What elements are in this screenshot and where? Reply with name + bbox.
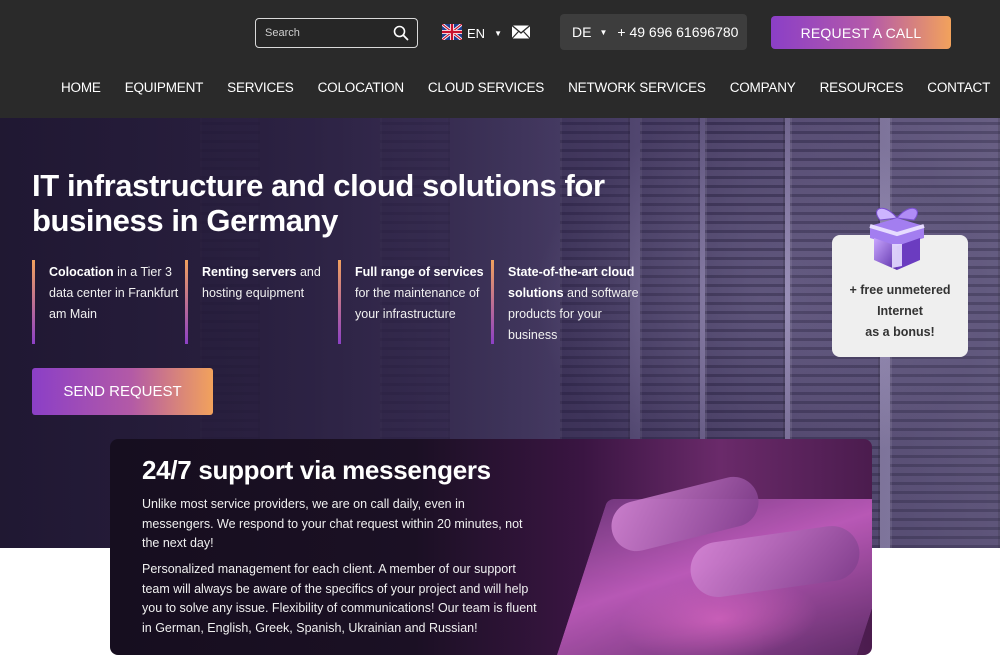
feature-item-full-range: Full range of services for the maintenan… xyxy=(338,260,491,344)
feature-item-colocation: Colocation in a Tier 3 data center in Fr… xyxy=(32,260,185,344)
support-card: 24/7 support via messengers Unlike most … xyxy=(110,439,872,655)
language-selector[interactable]: EN ▼ xyxy=(441,22,502,44)
phone-box: DE ▼ + 49 696 61696780 xyxy=(560,14,747,50)
search-input[interactable] xyxy=(256,19,385,47)
gift-box-icon xyxy=(864,200,930,272)
nav-item-contact[interactable]: CONTACT xyxy=(927,80,990,98)
hero-title-line-1: IT infrastructure and cloud solutions fo… xyxy=(32,168,605,203)
support-paragraph-2: Personalized management for each client.… xyxy=(142,562,537,635)
nav-item-equipment[interactable]: EQUIPMENT xyxy=(125,80,204,98)
site-header: EN ▼ DE ▼ + 49 696 61696780 REQUEST A CA… xyxy=(0,0,1000,118)
support-paragraph-1: Unlike most service providers, we are on… xyxy=(142,497,523,550)
feature-list: Colocation in a Tier 3 data center in Fr… xyxy=(32,260,644,344)
feature-bold: Colocation xyxy=(49,265,114,279)
hero-title-line-2: business in Germany xyxy=(32,203,338,238)
nav-item-company[interactable]: COMPANY xyxy=(730,80,796,98)
bonus-line-1: + free unmetered xyxy=(849,283,951,297)
feature-item-renting-servers: Renting servers and hosting equipment xyxy=(185,260,338,344)
feature-text: for the maintenance of your infrastructu… xyxy=(355,286,480,321)
support-title: 24/7 support via messengers xyxy=(142,455,491,485)
feature-bold: Renting servers xyxy=(202,265,297,279)
nav-item-network-services[interactable]: NETWORK SERVICES xyxy=(568,80,706,98)
main-nav: HOME EQUIPMENT SERVICES COLOCATION CLOUD… xyxy=(61,80,1000,98)
nav-item-services[interactable]: SERVICES xyxy=(227,80,294,98)
bonus-text: + free unmetered Internet as a bonus! xyxy=(849,280,950,343)
nav-item-colocation[interactable]: COLOCATION xyxy=(318,80,404,98)
search-box xyxy=(255,18,418,48)
region-selector[interactable]: DE ▼ xyxy=(572,24,607,40)
chevron-down-icon: ▼ xyxy=(599,27,608,37)
nav-item-cloud-services[interactable]: CLOUD SERVICES xyxy=(428,80,544,98)
send-request-button[interactable]: SEND REQUEST xyxy=(32,368,213,415)
nav-item-home[interactable]: HOME xyxy=(61,80,101,98)
uk-flag-icon xyxy=(441,22,463,43)
feature-bold: Full range of services xyxy=(355,265,484,279)
phone-number[interactable]: + 49 696 61696780 xyxy=(617,24,738,40)
bonus-line-2: Internet xyxy=(877,304,923,318)
nav-item-resources[interactable]: RESOURCES xyxy=(820,80,904,98)
chevron-down-icon: ▼ xyxy=(494,28,502,38)
hero-title: IT infrastructure and cloud solutions fo… xyxy=(32,168,652,238)
mail-icon[interactable] xyxy=(511,24,531,40)
search-icon[interactable] xyxy=(385,19,417,47)
bonus-line-3: as a bonus! xyxy=(865,325,935,339)
request-call-button[interactable]: REQUEST A CALL xyxy=(771,16,951,49)
region-code: DE xyxy=(572,24,592,40)
language-code: EN xyxy=(467,25,486,41)
feature-item-cloud-solutions: State-of-the-art cloud solutions and sof… xyxy=(491,260,644,344)
